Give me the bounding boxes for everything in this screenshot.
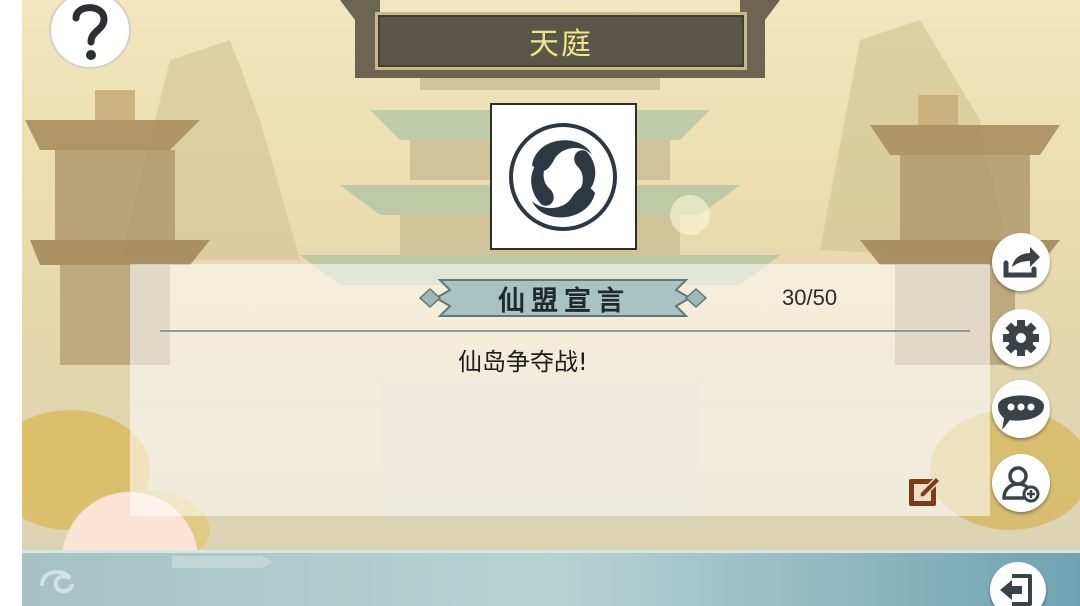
share-icon	[1003, 247, 1040, 278]
exit-button[interactable]	[990, 562, 1046, 606]
chat-button[interactable]	[992, 380, 1050, 438]
game-scene: 天庭 仙盟宣言 30/50 仙岛争夺战!	[0, 0, 1080, 606]
bottom-bar	[22, 550, 1080, 606]
page-title: 天庭	[529, 27, 593, 62]
add-user-icon	[1002, 466, 1040, 503]
exit-icon	[1000, 574, 1032, 606]
character-counter: 30/50	[782, 285, 838, 310]
divider	[160, 330, 970, 332]
edit-icon	[909, 475, 942, 506]
edit-declaration-button[interactable]	[906, 473, 942, 509]
alliance-emblem[interactable]	[490, 103, 637, 250]
declaration-heading: 仙盟宣言	[498, 285, 630, 317]
title-plate: 天庭	[375, 12, 747, 70]
settings-button[interactable]	[992, 309, 1050, 367]
left-edge	[0, 0, 22, 606]
cloud-swirl-icon	[509, 123, 617, 231]
help-button[interactable]	[47, 0, 133, 70]
chat-bubble-icon	[998, 395, 1044, 430]
share-button[interactable]	[992, 233, 1050, 291]
gear-icon	[1003, 320, 1039, 356]
declaration-text[interactable]: 仙岛争夺战!	[458, 342, 588, 377]
add-friend-button[interactable]	[992, 454, 1050, 512]
